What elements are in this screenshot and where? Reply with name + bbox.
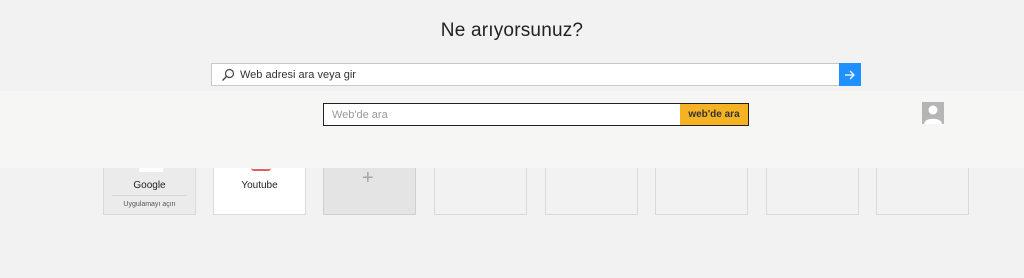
google-logo-icon	[139, 168, 163, 172]
arrow-right-icon	[845, 70, 855, 79]
search-icon	[222, 68, 235, 81]
user-avatar-icon[interactable]	[922, 102, 944, 124]
tile-label: Youtube	[241, 180, 278, 191]
tile-empty[interactable]	[876, 168, 969, 215]
tile-empty[interactable]	[434, 168, 527, 215]
divider	[112, 195, 187, 196]
open-app-link[interactable]: Uygulamayı açın	[104, 201, 195, 208]
youtube-logo-icon	[251, 168, 271, 171]
tile-empty[interactable]	[545, 168, 638, 215]
search-overlay: web'de ara	[0, 91, 1024, 168]
tile-empty[interactable]	[655, 168, 748, 215]
tile-youtube[interactable]: Youtube	[213, 168, 306, 215]
web-search-button[interactable]: web'de ara	[680, 104, 748, 125]
address-bar[interactable]	[211, 63, 861, 86]
web-search-input[interactable]	[332, 104, 672, 125]
tile-label: Google	[133, 180, 166, 191]
speed-dial-tiles: Google Uygulamayı açın Youtube +	[0, 168, 1024, 278]
web-search-box[interactable]: web'de ara	[323, 103, 749, 126]
tile-empty[interactable]	[766, 168, 859, 215]
address-input[interactable]	[240, 64, 830, 85]
plus-icon: +	[362, 167, 374, 189]
page-title: Ne arıyorsunuz?	[440, 20, 584, 41]
go-button[interactable]	[839, 63, 861, 86]
tile-add[interactable]: +	[323, 168, 416, 215]
tile-google[interactable]: Google Uygulamayı açın	[103, 168, 196, 215]
